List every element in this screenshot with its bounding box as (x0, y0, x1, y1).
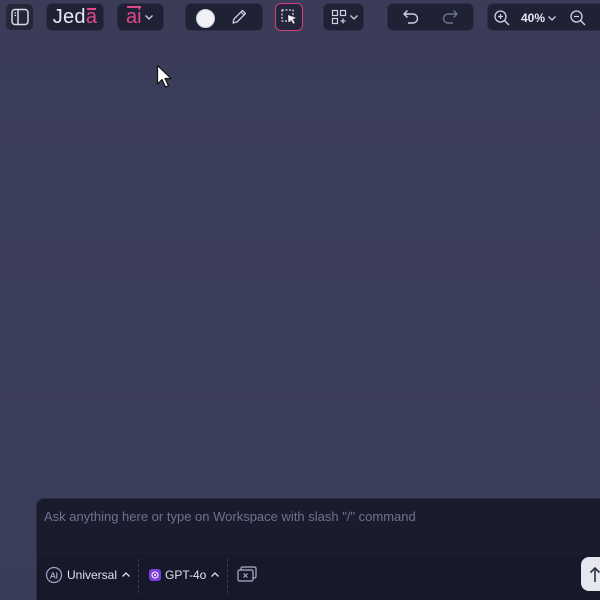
logo-text: Jeda (52, 5, 98, 28)
zoom-level[interactable]: 40% (521, 11, 545, 25)
zoom-controls: 40% (487, 3, 600, 31)
top-toolbar: Jeda ai 40% (0, 0, 600, 36)
zoom-out-icon[interactable] (569, 9, 587, 27)
svg-text:AI: AI (50, 570, 58, 580)
shapes-grid-icon (331, 9, 347, 25)
selection-cursor-icon (280, 8, 298, 26)
ai-mode-icon: AI (45, 566, 63, 584)
redo-icon[interactable] (441, 8, 461, 26)
ai-label: ai (126, 6, 142, 28)
model-label: GPT-4o (165, 568, 207, 582)
prompt-input[interactable] (42, 505, 586, 527)
chevron-down-icon[interactable] (547, 13, 557, 23)
send-button[interactable] (581, 557, 600, 591)
zoom-in-icon[interactable] (493, 9, 511, 27)
model-selector[interactable]: GPT-4o (149, 565, 220, 585)
logo-accent-letter: a (85, 5, 98, 28)
chevron-up-icon (210, 570, 220, 580)
divider (227, 559, 228, 593)
history-controls (387, 3, 474, 31)
pencil-icon[interactable] (230, 8, 248, 26)
color-picker-swatch[interactable] (196, 9, 215, 28)
sidebar-toggle-icon (10, 7, 30, 27)
sidebar-toggle-button[interactable] (5, 3, 34, 31)
shapes-menu-button[interactable] (323, 3, 364, 31)
send-arrow-icon (588, 565, 600, 583)
prompt-options-bar: AI Universal GPT-4o (37, 555, 600, 600)
clear-chat-icon[interactable] (236, 565, 258, 585)
ai-menu-button[interactable]: ai (117, 3, 164, 31)
undo-icon[interactable] (400, 8, 420, 26)
prompt-panel: AI Universal GPT-4o (36, 498, 600, 600)
model-icon (149, 569, 161, 581)
divider (138, 559, 139, 593)
select-tool-button[interactable] (275, 3, 303, 31)
mode-selector[interactable]: AI Universal (45, 565, 131, 585)
chevron-up-icon (121, 570, 131, 580)
mode-label: Universal (67, 568, 118, 582)
chevron-down-icon (144, 12, 154, 22)
mouse-pointer-icon (156, 64, 174, 90)
drawing-tools-group (185, 3, 263, 31)
jeda-logo[interactable]: Jeda (46, 3, 104, 31)
chevron-down-icon (349, 12, 359, 22)
